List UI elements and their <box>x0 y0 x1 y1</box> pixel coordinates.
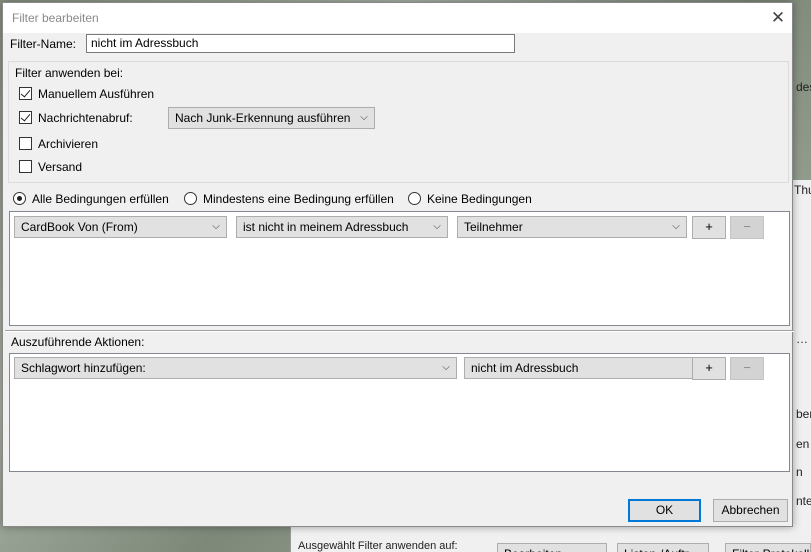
send-checkbox[interactable] <box>19 160 32 173</box>
fetch-checkbox[interactable] <box>19 111 32 124</box>
add-action-button[interactable]: + <box>692 357 726 380</box>
filter-name-label: Filter-Name: <box>10 37 77 51</box>
close-icon[interactable]: ✕ <box>769 9 787 27</box>
fetch-label[interactable]: Nachrichtenabruf: <box>38 111 133 125</box>
chevron-down-icon: ⌵ <box>433 221 441 232</box>
background-text: des <box>796 80 811 94</box>
match-none-label[interactable]: Keine Bedingungen <box>427 192 532 206</box>
condition-field-select[interactable]: CardBook Von (From) ⌵ <box>14 216 227 238</box>
apply-group-legend: Filter anwenden bei: <box>15 66 124 80</box>
background-text: nte <box>796 494 811 508</box>
action-value-text: nicht im Adressbuch <box>471 361 579 375</box>
match-none-radio[interactable] <box>408 192 421 205</box>
background-log-button[interactable]: Filter-Protokoll <box>725 543 811 552</box>
chevron-down-icon: ⌵ <box>360 112 368 123</box>
background-text: … <box>796 332 808 346</box>
condition-field-value: CardBook Von (From) <box>21 220 138 234</box>
background-label: Ausgewählt Filter anwenden auf: <box>298 540 458 552</box>
add-condition-button[interactable]: + <box>692 216 726 239</box>
background-text: ber <box>796 407 811 421</box>
junk-timing-select[interactable]: Nach Junk-Erkennung ausführen ⌵ <box>168 107 375 129</box>
action-value-select[interactable]: nicht im Adressbuch <box>464 357 696 379</box>
title-bar: Filter bearbeiten ✕ <box>3 3 792 33</box>
match-all-radio[interactable] <box>13 192 26 205</box>
background-text: en <box>796 437 810 451</box>
archive-label[interactable]: Archivieren <box>38 137 98 151</box>
junk-timing-value: Nach Junk-Erkennung ausführen <box>175 111 351 125</box>
chevron-down-icon: ⌵ <box>442 362 450 373</box>
manual-run-label[interactable]: Manuellem Ausführen <box>38 87 154 101</box>
filter-edit-dialog: Filter bearbeiten ✕ Filter-Name: nicht i… <box>2 2 794 527</box>
remove-action-button[interactable]: − <box>730 357 764 380</box>
cancel-button[interactable]: Abbrechen <box>713 499 788 522</box>
background-edit-button[interactable]: Bearbeiten <box>497 543 607 552</box>
chevron-down-icon: ⌵ <box>212 221 220 232</box>
condition-operator-select[interactable]: ist nicht in meinem Adressbuch ⌵ <box>236 216 448 238</box>
condition-value-select[interactable]: Teilnehmer ⌵ <box>457 216 687 238</box>
send-label[interactable]: Versand <box>38 160 82 174</box>
remove-condition-button[interactable]: − <box>730 216 764 239</box>
ok-button[interactable]: OK <box>628 499 701 522</box>
match-any-radio[interactable] <box>184 192 197 205</box>
match-any-label[interactable]: Mindestens eine Bedingung erfüllen <box>203 192 394 206</box>
match-all-label[interactable]: Alle Bedingungen erfüllen <box>32 192 169 206</box>
background-text: n <box>796 465 803 479</box>
condition-value-text: Teilnehmer <box>464 220 523 234</box>
actions-label: Auszuführende Aktionen: <box>11 335 145 349</box>
manual-run-checkbox[interactable] <box>19 87 32 100</box>
background-text: Thu <box>794 183 811 197</box>
dialog-title: Filter bearbeiten <box>12 11 99 25</box>
action-type-select[interactable]: Schlagwort hinzufügen: ⌵ <box>14 357 457 379</box>
filter-name-input[interactable]: nicht im Adressbuch <box>86 34 515 53</box>
archive-checkbox[interactable] <box>19 137 32 150</box>
background-list-button[interactable]: Listen-/Auftr. <box>617 543 709 552</box>
condition-operator-value: ist nicht in meinem Adressbuch <box>243 220 409 234</box>
action-type-value: Schlagwort hinzufügen: <box>21 361 146 375</box>
section-divider <box>5 330 794 332</box>
chevron-down-icon: ⌵ <box>672 221 680 232</box>
